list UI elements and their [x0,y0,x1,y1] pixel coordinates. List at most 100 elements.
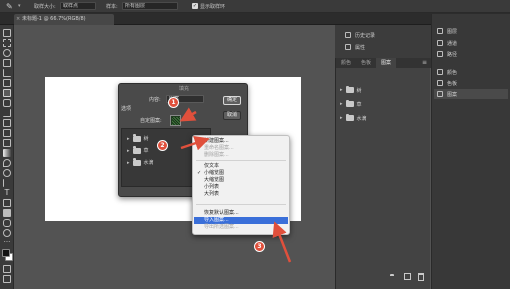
dock-item-label: 历史记录 [355,32,376,39]
dock-item-swatches[interactable]: 色板 [437,78,457,88]
eyedropper-icon[interactable]: ✎ [6,2,16,11]
dock-item-layers[interactable]: 图层 [437,26,457,36]
step-marker-2: 2 [157,140,168,151]
quick-select-tool-icon[interactable] [3,59,11,67]
panel-menu-icon[interactable]: ≡ [422,59,427,66]
gradient-tool-icon[interactable] [3,149,11,157]
history-icon [345,32,351,38]
folder-icon [345,113,354,121]
marquee-tool-icon[interactable] [3,39,11,47]
brush-tool-icon[interactable] [3,109,11,117]
menu-item-text-only[interactable]: 仅文本 [194,163,288,170]
menu-item-small-list[interactable]: 小列表 [194,184,288,191]
move-tool-icon[interactable] [3,29,11,37]
chevron-right-icon: ▸ [340,87,343,93]
type-tool-icon[interactable]: T [3,189,11,197]
folder-icon [345,99,354,107]
document-tab[interactable]: × 未标题-1 @ 66.7%(RGB/8) [14,14,114,25]
picker-group-label: 草 [143,148,149,154]
tab-swatches[interactable]: 色板 [356,58,376,68]
dock-item-label: 颜色 [447,69,458,76]
blur-tool-icon[interactable] [3,159,11,167]
pattern-group-tree[interactable]: ▸ 树 [340,85,362,95]
dock-item-label: 图案 [447,91,458,98]
menu-separator [196,160,286,161]
chevron-right-icon: ▸ [340,115,343,121]
menu-item-large-thumbnail[interactable]: 大缩览图 [194,177,288,184]
picker-group-grass[interactable]: ▸ 草 [127,146,149,155]
menu-item-new-pattern[interactable]: 新建图案... [194,138,288,145]
foreground-color-swatch[interactable] [2,249,10,257]
picker-group-water[interactable]: ▸ 水滴 [127,158,154,167]
menu-item-reset-patterns[interactable]: 恢复默认图案... [194,210,288,217]
pattern-context-menu: 新建图案... 重命名图案... 删除图案... 仅文本 ✓ 小缩览图 大缩览图… [192,135,290,235]
dock-layers-panels: 图层 通道 路径 颜色 色板 图案 [431,14,510,289]
dock-item-label: 路径 [447,51,458,58]
dock-item-history[interactable]: 历史记录 [345,30,375,40]
channels-icon [437,40,443,46]
frame-tool-icon[interactable] [3,79,11,87]
menu-item-export-patterns: 导出所选图案... [204,224,239,230]
dock-item-properties[interactable]: 属性 [345,42,365,52]
eyedropper-tool-icon[interactable] [3,89,11,97]
pattern-group-label: 草 [356,101,362,108]
cancel-button[interactable]: 取消 [223,111,241,120]
document-title: 未标题-1 @ 66.7%(RGB/8) [22,16,86,22]
hand-tool-icon[interactable] [3,219,11,227]
step-marker-1: 1 [168,97,179,108]
chevron-down-icon[interactable]: ▾ [18,3,21,9]
show-ring-checkbox[interactable]: ✓ [192,3,198,9]
dialog-title: 填充 [178,86,189,92]
quick-mask-icon[interactable] [3,265,11,273]
tab-patterns[interactable]: 图案 [376,58,397,68]
ok-button[interactable]: 确定 [223,96,241,105]
dock-item-label: 色板 [447,80,458,87]
new-pattern-icon[interactable] [404,273,411,280]
content-label: 内容: [149,97,161,103]
shape-tool-icon[interactable] [3,209,11,217]
picker-group-label: 水滴 [143,160,154,166]
healing-tool-icon[interactable] [3,99,11,107]
eraser-tool-icon[interactable] [3,139,11,147]
paths-icon [437,51,443,57]
path-select-tool-icon[interactable] [3,199,11,207]
pattern-group-label: 水滴 [356,115,367,122]
pattern-group-water[interactable]: ▸ 水滴 [340,113,367,123]
dock-item-paths[interactable]: 路径 [437,49,457,59]
menu-item-label: 小缩览图 [204,170,225,176]
chevron-down-icon[interactable]: ▾ [183,117,186,123]
pattern-group-label: 树 [356,87,362,94]
pen-tool-icon[interactable] [3,179,11,187]
sample-select[interactable]: 所有图层 [122,2,178,10]
menu-item-small-thumbnail[interactable]: ✓ 小缩览图 [194,170,288,177]
close-icon[interactable]: × [16,14,20,25]
properties-icon [345,44,351,50]
dock-item-patterns[interactable]: 图案 [434,89,508,99]
dock-item-channels[interactable]: 通道 [437,38,457,48]
menu-item-large-list[interactable]: 大列表 [194,191,288,198]
menu-item-import-patterns[interactable]: 导入图案... [194,217,288,224]
picker-group-label: 树 [143,136,149,142]
pattern-swatch[interactable] [170,115,181,126]
dodge-tool-icon[interactable] [3,169,11,177]
trash-icon[interactable] [418,273,424,281]
stamp-tool-icon[interactable] [3,119,11,127]
pattern-group-grass[interactable]: ▸ 草 [340,99,362,109]
color-icon [437,69,443,75]
picker-group-tree[interactable]: ▸ 树 [127,134,149,143]
sample-size-select[interactable]: 取样点 [60,2,96,10]
crop-tool-icon[interactable] [3,69,11,77]
tab-color[interactable]: 颜色 [336,58,356,68]
folder-icon [132,134,141,142]
history-brush-tool-icon[interactable] [3,129,11,137]
more-tools-icon[interactable]: ··· [3,239,11,247]
dock-item-color[interactable]: 颜色 [437,67,457,77]
menu-item-rename-pattern: 重命名图案... [204,145,234,151]
screen-mode-icon[interactable] [3,275,11,283]
folder-icon [132,146,141,154]
zoom-tool-icon[interactable] [3,229,11,237]
chevron-right-icon: ▸ [127,159,130,166]
show-ring-label: 显示取样环 [200,4,226,10]
toolbar: T ··· [0,25,14,289]
lasso-tool-icon[interactable] [3,49,11,57]
